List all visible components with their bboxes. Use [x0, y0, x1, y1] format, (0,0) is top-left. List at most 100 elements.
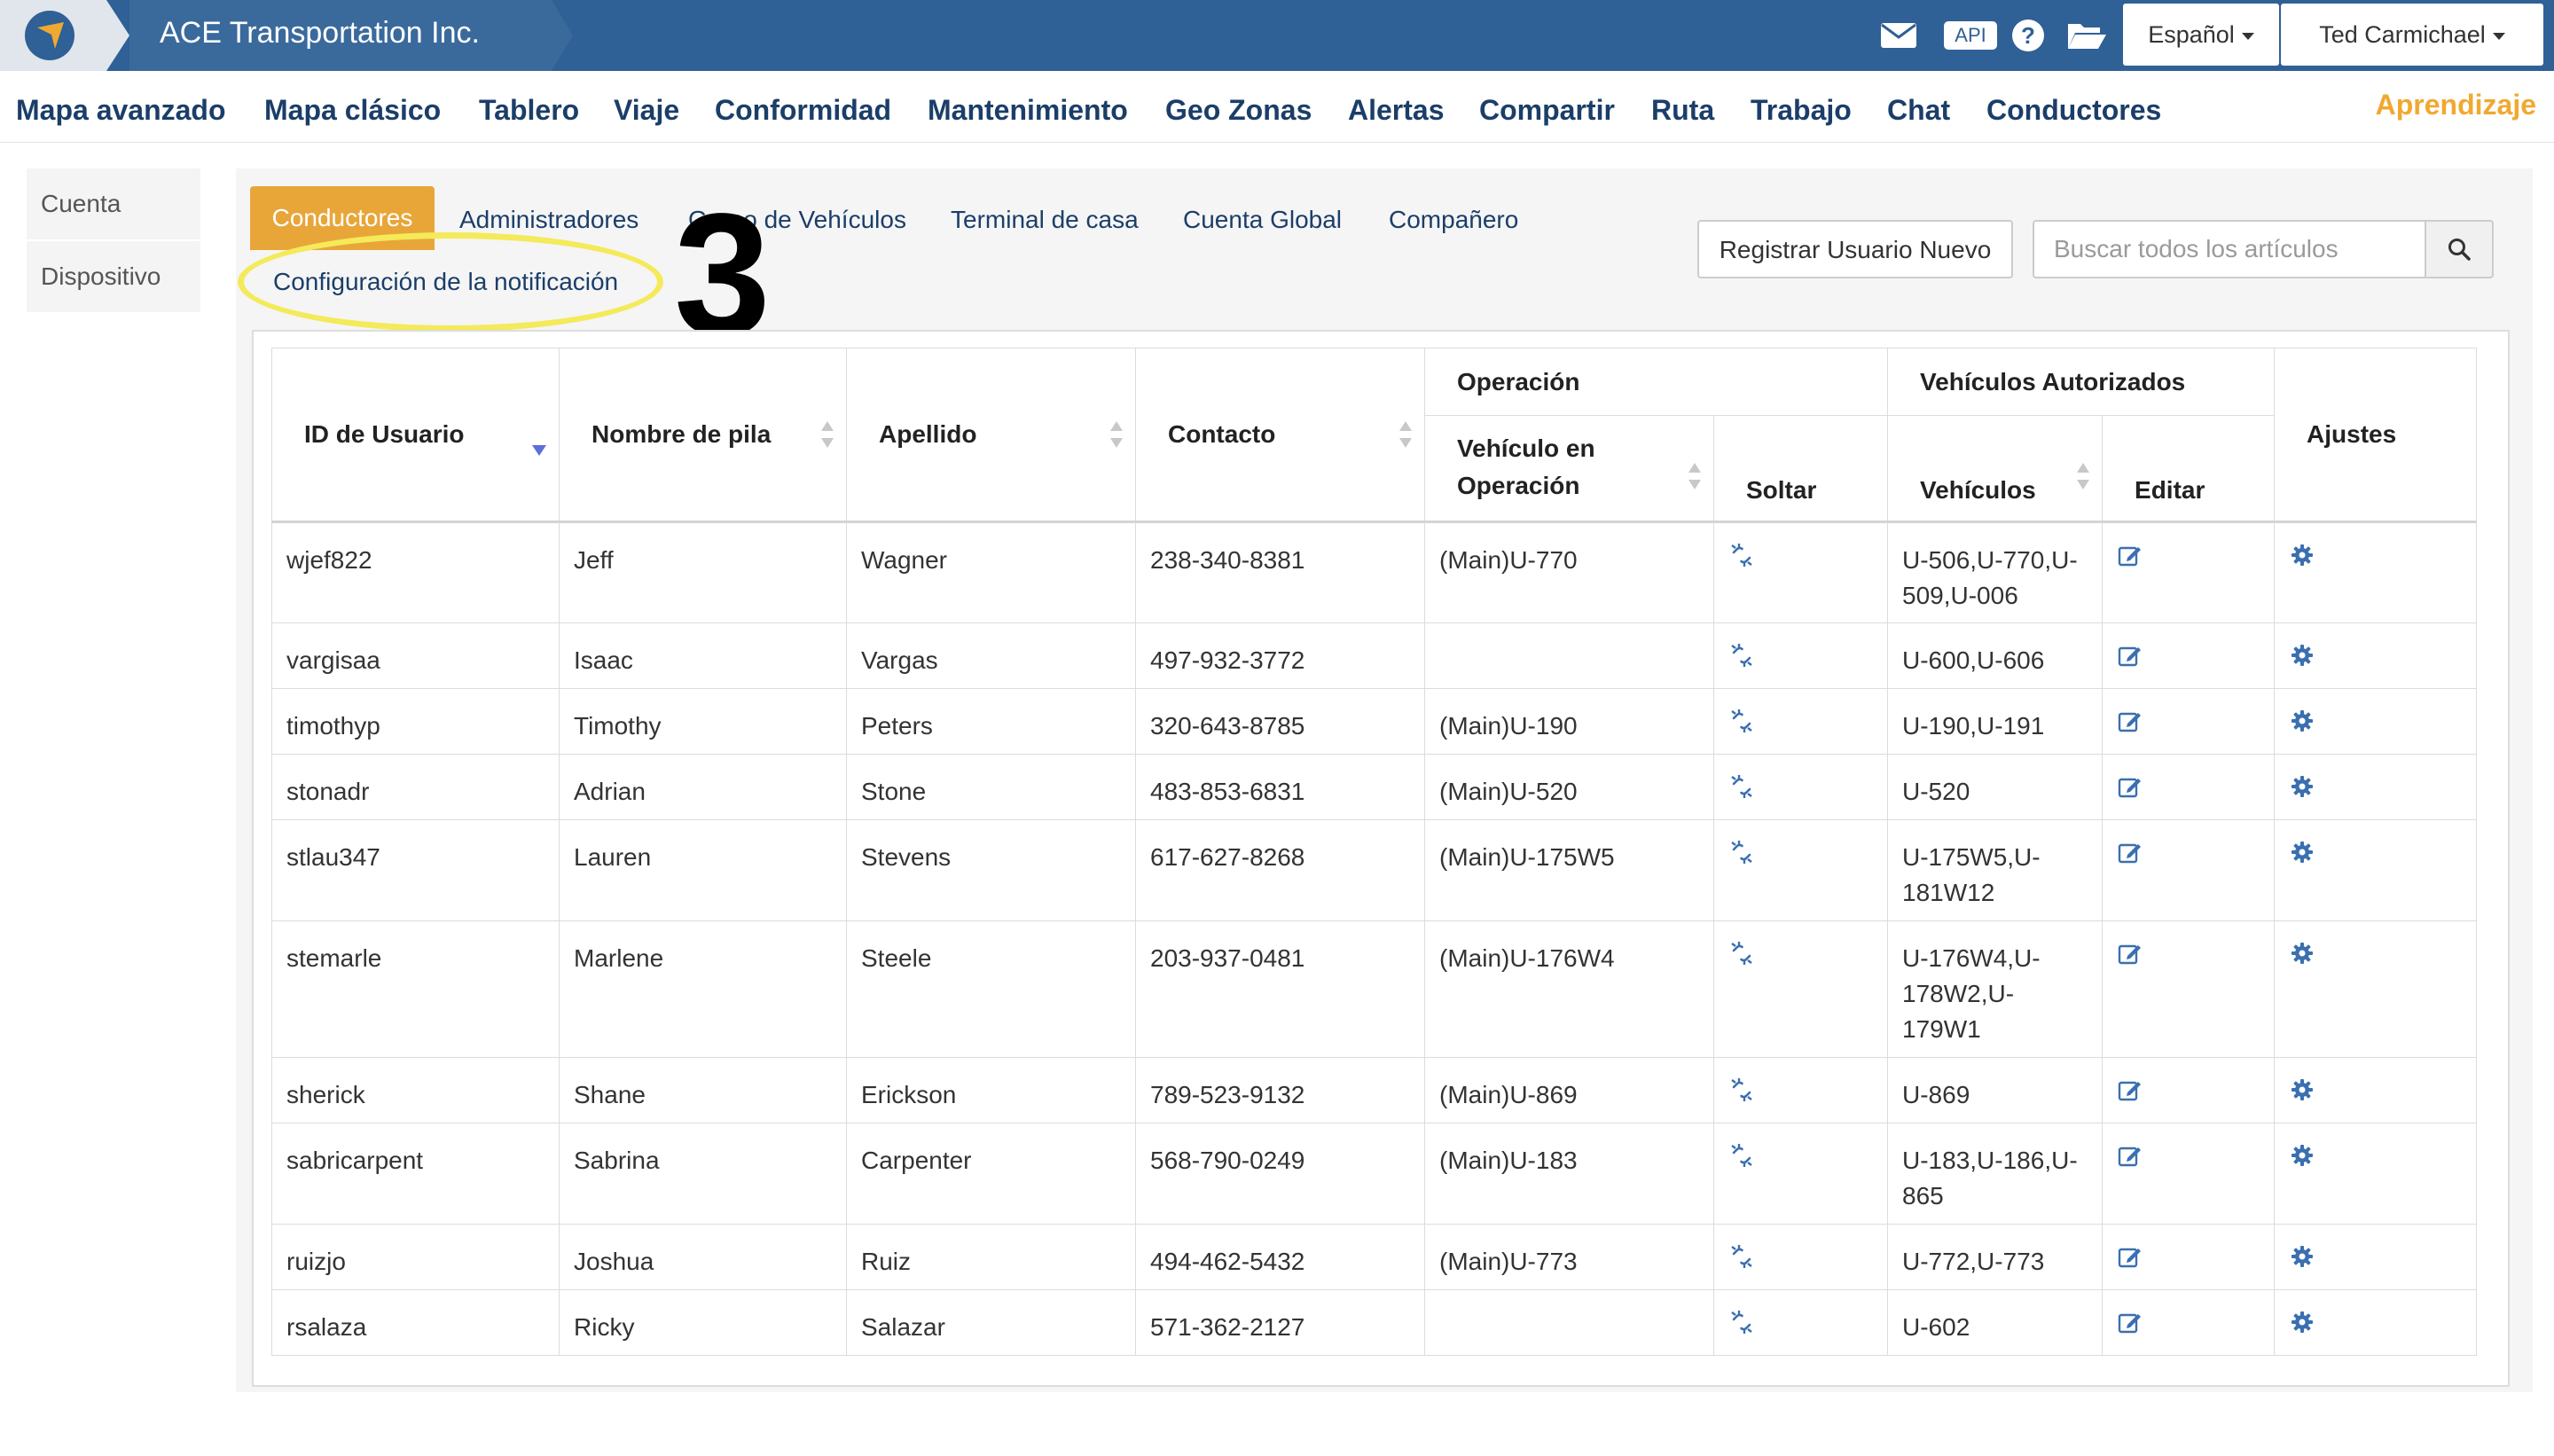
- unlink-icon[interactable]: [1728, 1142, 1755, 1169]
- cell-last-name: Ruiz: [846, 1224, 1136, 1290]
- col-header-last-name[interactable]: Apellido: [846, 348, 1136, 523]
- cell-edit: [2102, 1123, 2276, 1225]
- edit-icon[interactable]: [2117, 1309, 2143, 1335]
- sort-desc-icon[interactable]: [532, 444, 546, 456]
- cell-operating-vehicle: (Main)U-175W5: [1424, 819, 1714, 921]
- nav-conformidad[interactable]: Conformidad: [715, 94, 891, 127]
- nav-chat[interactable]: Chat: [1887, 94, 1950, 127]
- tab-administradores[interactable]: Administradores: [459, 206, 638, 234]
- search-button[interactable]: [2425, 220, 2494, 278]
- cell-user-id: ruizjo: [271, 1224, 560, 1290]
- cell-first-name: Ricky: [559, 1289, 847, 1356]
- col-header-user-id[interactable]: ID de Usuario: [271, 348, 560, 523]
- gear-icon[interactable]: [2289, 1309, 2315, 1335]
- unlink-icon[interactable]: [1728, 642, 1755, 669]
- nav-ruta[interactable]: Ruta: [1651, 94, 1714, 127]
- nav-conductores[interactable]: Conductores: [1986, 94, 2161, 127]
- cell-first-name: Adrian: [559, 754, 847, 820]
- col-header-vehicles[interactable]: Vehículos: [1887, 415, 2104, 523]
- sort-icon[interactable]: [1110, 421, 1123, 448]
- nav-mantenimiento[interactable]: Mantenimiento: [928, 94, 1128, 127]
- sort-icon[interactable]: [2077, 463, 2090, 490]
- cell-edit: [2102, 521, 2276, 623]
- nav-mapa-avanzado[interactable]: Mapa avanzado: [16, 94, 226, 127]
- search-input[interactable]: [2033, 220, 2426, 278]
- cell-settings: [2274, 688, 2478, 755]
- cell-vehicles: U-190,U-191: [1887, 688, 2104, 755]
- edit-icon[interactable]: [2117, 708, 2143, 734]
- gear-icon[interactable]: [2289, 642, 2315, 669]
- cell-last-name: Peters: [846, 688, 1136, 755]
- gear-icon[interactable]: [2289, 708, 2315, 734]
- tab-companero[interactable]: Compañero: [1389, 206, 1518, 234]
- cell-contact: 617-627-8268: [1135, 819, 1425, 921]
- gear-icon[interactable]: [2289, 1076, 2315, 1103]
- gear-icon[interactable]: [2289, 940, 2315, 967]
- sort-icon[interactable]: [1399, 421, 1412, 448]
- unlink-icon[interactable]: [1728, 542, 1755, 568]
- nav-trabajo[interactable]: Trabajo: [1751, 94, 1852, 127]
- unlink-icon[interactable]: [1728, 1309, 1755, 1335]
- cell-settings: [2274, 754, 2478, 820]
- unlink-icon[interactable]: [1728, 708, 1755, 734]
- col-header-first-name[interactable]: Nombre de pila: [559, 348, 847, 523]
- nav-mapa-clasico[interactable]: Mapa clásico: [264, 94, 441, 127]
- gear-icon[interactable]: [2289, 1142, 2315, 1169]
- nav-alertas[interactable]: Alertas: [1348, 94, 1445, 127]
- unlink-icon[interactable]: [1728, 1243, 1755, 1270]
- nav-geo-zonas[interactable]: Geo Zonas: [1165, 94, 1312, 127]
- brand-name: ACE Transportation Inc.: [160, 16, 480, 50]
- help-icon[interactable]: ?: [2011, 16, 2045, 55]
- nav-compartir[interactable]: Compartir: [1479, 94, 1615, 127]
- edit-icon[interactable]: [2117, 773, 2143, 800]
- register-user-button[interactable]: Registrar Usuario Nuevo: [1697, 220, 2013, 278]
- col-group-operation: Operación: [1423, 348, 1889, 416]
- unlink-icon[interactable]: [1728, 839, 1755, 865]
- gear-icon[interactable]: [2289, 839, 2315, 865]
- sort-icon[interactable]: [1688, 463, 1701, 490]
- mail-icon[interactable]: [1880, 16, 1917, 55]
- nav-tablero[interactable]: Tablero: [479, 94, 579, 127]
- col-header-first-name-label: Nombre de pila: [591, 420, 772, 448]
- cell-contact: 203-937-0481: [1135, 920, 1425, 1058]
- gear-icon[interactable]: [2289, 542, 2315, 568]
- logo-arrow: [106, 0, 129, 71]
- cell-settings: [2274, 1289, 2478, 1356]
- gear-icon[interactable]: [2289, 1243, 2315, 1270]
- col-header-operating-vehicle[interactable]: Vehículo en Operación: [1424, 415, 1714, 523]
- unlink-icon[interactable]: [1728, 940, 1755, 967]
- edit-icon[interactable]: [2117, 940, 2143, 967]
- cell-edit: [2102, 754, 2276, 820]
- logo-box[interactable]: [0, 0, 106, 71]
- tab-terminal-de-casa[interactable]: Terminal de casa: [951, 206, 1139, 234]
- nav-aprendizaje[interactable]: Aprendizaje: [2376, 89, 2536, 121]
- sort-icon[interactable]: [821, 421, 834, 448]
- user-dropdown[interactable]: Ted Carmichael: [2281, 4, 2543, 66]
- cell-edit: [2102, 688, 2276, 755]
- edit-icon[interactable]: [2117, 542, 2143, 568]
- cell-contact: 571-362-2127: [1135, 1289, 1425, 1356]
- folder-open-icon[interactable]: [2066, 16, 2107, 55]
- edit-icon[interactable]: [2117, 642, 2143, 669]
- cell-operating-vehicle: (Main)U-520: [1424, 754, 1714, 820]
- table-row: stonadr Adrian Stone 483-853-6831 (Main)U-52…: [271, 754, 2478, 820]
- chevron-down-icon: [2492, 32, 2505, 40]
- tab-cuenta-global[interactable]: Cuenta Global: [1183, 206, 1342, 234]
- search-icon: [2448, 239, 2471, 261]
- table-row: wjef822 Jeff Wagner 238-340-8381 (Main)U-770…: [271, 521, 2478, 623]
- api-button[interactable]: API: [1944, 21, 1997, 50]
- col-header-contact[interactable]: Contacto: [1135, 348, 1425, 523]
- edit-icon[interactable]: [2117, 1243, 2143, 1270]
- edit-icon[interactable]: [2117, 1142, 2143, 1169]
- unlink-icon[interactable]: [1728, 1076, 1755, 1103]
- cell-release: [1712, 1057, 1889, 1123]
- edit-icon[interactable]: [2117, 839, 2143, 865]
- sidebar-item-cuenta[interactable]: Cuenta: [27, 168, 200, 241]
- gear-icon[interactable]: [2289, 773, 2315, 800]
- chevron-down-icon: [2241, 32, 2254, 40]
- nav-viaje[interactable]: Viaje: [614, 94, 679, 127]
- sidebar-item-dispositivo[interactable]: Dispositivo: [27, 241, 200, 314]
- unlink-icon[interactable]: [1728, 773, 1755, 800]
- edit-icon[interactable]: [2117, 1076, 2143, 1103]
- language-dropdown[interactable]: Español: [2123, 4, 2279, 66]
